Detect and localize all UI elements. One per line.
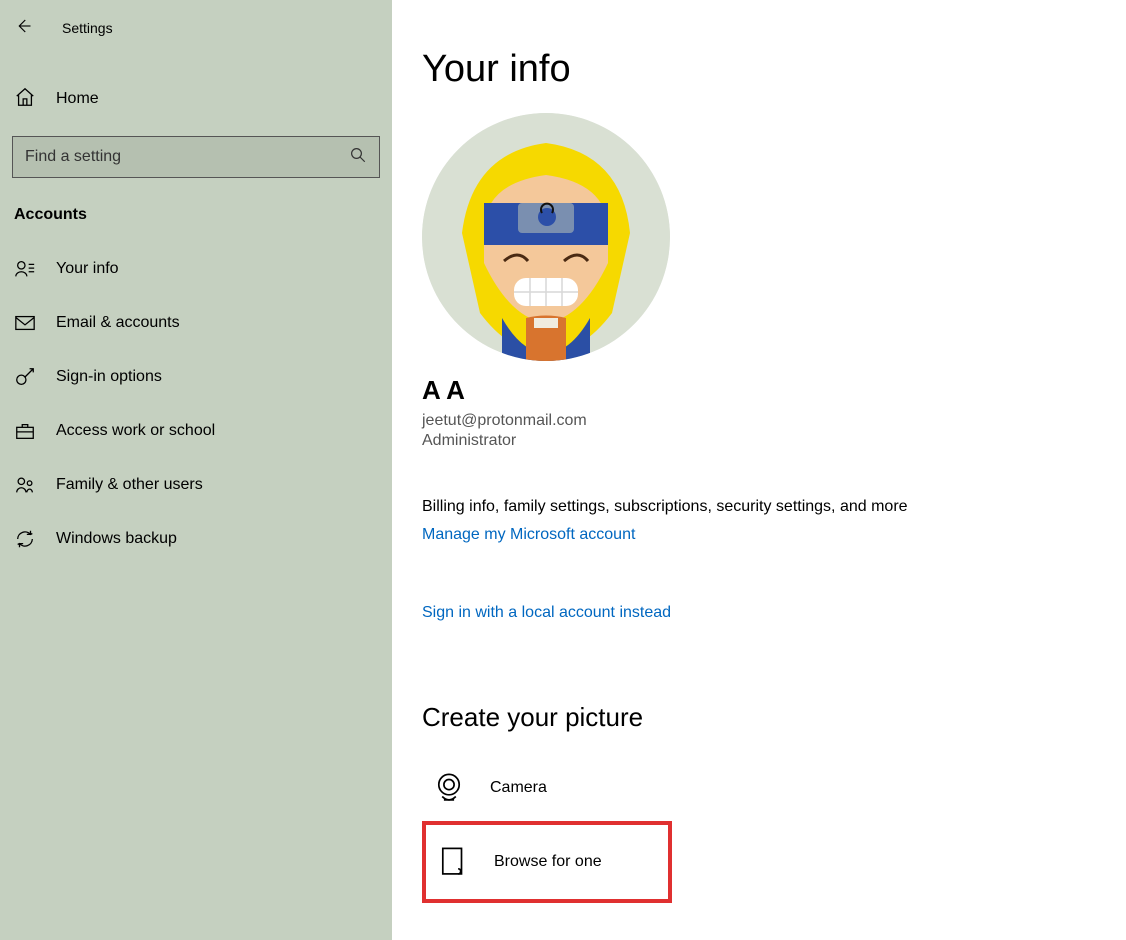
- family-icon: [14, 474, 36, 496]
- sidebar-nav: Your info Email & accounts Sign-in optio…: [0, 242, 392, 566]
- camera-icon: [432, 771, 466, 805]
- sidebar-item-label: Windows backup: [56, 530, 177, 548]
- browse-highlight: Browse for one: [422, 821, 672, 903]
- person-lines-icon: [14, 258, 36, 280]
- sidebar-home-label: Home: [56, 90, 99, 108]
- camera-label: Camera: [490, 779, 547, 797]
- avatar: [422, 113, 670, 361]
- sidebar-item-label: Sign-in options: [56, 368, 162, 386]
- header-row: Settings: [0, 8, 392, 48]
- back-icon[interactable]: [14, 17, 32, 39]
- main-panel: Your info A A jeetut@protonmail.com Admi…: [392, 0, 1126, 940]
- sidebar: Settings Home Accounts Your inf: [0, 0, 392, 940]
- sidebar-item-backup[interactable]: Windows backup: [0, 512, 392, 566]
- local-account-link[interactable]: Sign in with a local account instead: [422, 604, 671, 622]
- user-email: jeetut@protonmail.com: [422, 412, 1096, 430]
- sidebar-item-label: Your info: [56, 260, 119, 278]
- sidebar-item-label: Family & other users: [56, 476, 203, 494]
- page-title: Your info: [422, 48, 1096, 91]
- browse-icon: [436, 845, 470, 879]
- sync-icon: [14, 528, 36, 550]
- user-role: Administrator: [422, 432, 1096, 450]
- create-picture-heading: Create your picture: [422, 702, 1096, 733]
- home-icon: [14, 86, 36, 112]
- search-box[interactable]: [12, 136, 380, 178]
- sidebar-item-signin[interactable]: Sign-in options: [0, 350, 392, 404]
- manage-account-link[interactable]: Manage my Microsoft account: [422, 526, 635, 544]
- briefcase-icon: [14, 420, 36, 442]
- browse-label: Browse for one: [494, 853, 602, 871]
- sidebar-item-work[interactable]: Access work or school: [0, 404, 392, 458]
- sidebar-item-your-info[interactable]: Your info: [0, 242, 392, 296]
- username: A A: [422, 375, 1096, 406]
- sidebar-item-label: Email & accounts: [56, 314, 180, 332]
- browse-option[interactable]: Browse for one: [426, 827, 668, 897]
- search-input[interactable]: [25, 148, 349, 166]
- sidebar-item-email[interactable]: Email & accounts: [0, 296, 392, 350]
- camera-option[interactable]: Camera: [422, 757, 1096, 819]
- sidebar-item-family[interactable]: Family & other users: [0, 458, 392, 512]
- sidebar-section-header: Accounts: [0, 178, 392, 242]
- sidebar-home[interactable]: Home: [0, 74, 392, 124]
- search-icon: [349, 146, 367, 168]
- mail-icon: [14, 312, 36, 334]
- billing-info-text: Billing info, family settings, subscript…: [422, 498, 1096, 516]
- key-icon: [14, 366, 36, 388]
- sidebar-item-label: Access work or school: [56, 422, 215, 440]
- window-title: Settings: [62, 20, 113, 36]
